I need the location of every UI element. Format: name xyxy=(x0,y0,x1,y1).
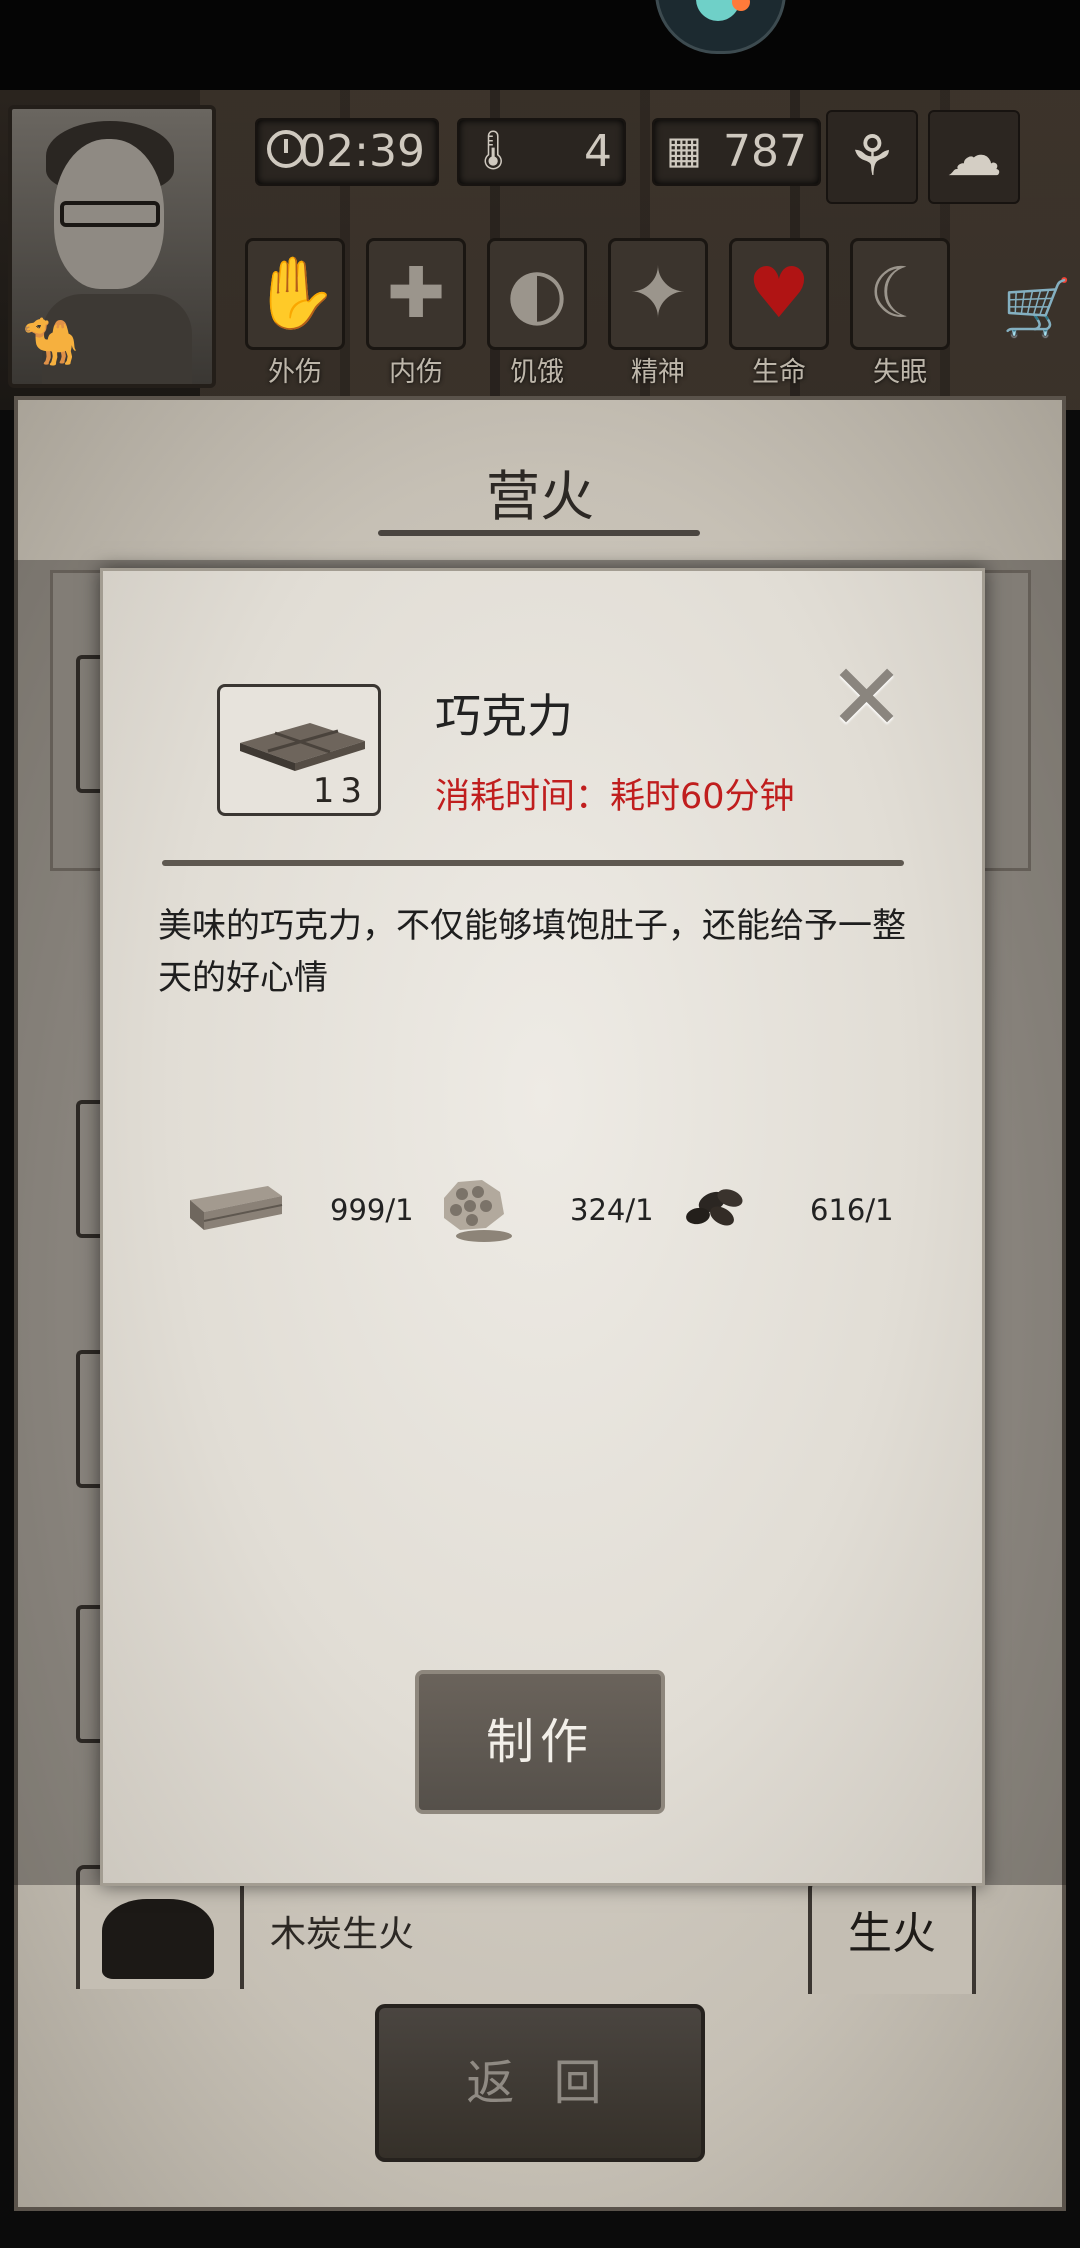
cross-icon: ✚ xyxy=(366,238,466,350)
stat-insomnia[interactable]: ☾ 失眠 xyxy=(850,238,950,388)
back-button[interactable]: 返 回 xyxy=(375,2004,705,2162)
item-slot: 13 xyxy=(217,684,381,816)
cocoa-beans-icon xyxy=(686,1189,743,1226)
brain-icon: ✦ xyxy=(608,238,708,350)
close-icon[interactable]: ✕ xyxy=(828,652,905,744)
weather-snow-cloud-icon[interactable]: ☁ xyxy=(928,110,1020,204)
stat-hunger[interactable]: ◐ 饥饿 xyxy=(487,238,587,388)
hand-icon: ✋ xyxy=(245,238,345,350)
stat-label: 饥饿 xyxy=(510,357,564,388)
title-underline xyxy=(378,530,700,536)
stat-label: 内伤 xyxy=(389,357,443,388)
day-display: ▦ 787 xyxy=(652,118,821,186)
stomach-icon: ◐ xyxy=(487,238,587,350)
time-display: 02:39 xyxy=(255,118,439,186)
material-count: 616/1 xyxy=(810,1193,894,1227)
calendar-icon: ▦ xyxy=(666,128,702,172)
temperature-value: 4 xyxy=(584,126,612,177)
light-fire-button[interactable]: 生火 xyxy=(808,1880,976,1994)
stat-label: 精神 xyxy=(631,357,685,388)
character-portrait[interactable]: 🐪 xyxy=(8,105,216,388)
heart-icon: ♥ xyxy=(729,238,829,350)
time-value: 02:39 xyxy=(298,126,425,177)
stat-external-injury[interactable]: ✋ 外伤 xyxy=(245,238,345,388)
item-name: 巧克力 xyxy=(435,689,573,743)
shopping-cart-icon[interactable]: 🛒 xyxy=(1002,275,1072,341)
stat-label: 外伤 xyxy=(268,357,322,388)
sprout-icon[interactable]: ⚘ xyxy=(826,110,918,204)
dialog-divider xyxy=(162,860,904,866)
stat-life[interactable]: ♥ 生命 xyxy=(729,238,829,388)
wood-planks-icon xyxy=(190,1186,283,1230)
item-count: 13 xyxy=(312,771,368,811)
panel-title: 营火 xyxy=(486,465,594,528)
honeycomb-icon xyxy=(444,1180,512,1242)
camel-icon: 🐪 xyxy=(22,314,80,368)
material-count: 324/1 xyxy=(570,1193,654,1227)
thermometer-icon: 🌡 xyxy=(469,128,518,172)
stat-label: 失眠 xyxy=(873,357,927,388)
temperature-display: 🌡 4 xyxy=(457,118,626,186)
stat-internal-injury[interactable]: ✚ 内伤 xyxy=(366,238,466,388)
recipe-label: 木炭生火 xyxy=(270,1914,415,1955)
status-bar xyxy=(0,0,1080,90)
day-value: 787 xyxy=(723,126,807,177)
material-count: 999/1 xyxy=(330,1193,414,1227)
stat-label: 生命 xyxy=(752,357,806,388)
stat-spirit[interactable]: ✦ 精神 xyxy=(608,238,708,388)
moon-star-icon: ☾ xyxy=(850,238,950,350)
make-button[interactable]: 制作 xyxy=(415,1670,665,1814)
item-description: 美味的巧克力，不仅能够填饱肚子，还能给予一整天的好心情 xyxy=(158,906,906,998)
time-cost: 消耗时间：耗时60分钟 xyxy=(435,777,795,817)
chocolate-bar-icon xyxy=(240,723,365,771)
